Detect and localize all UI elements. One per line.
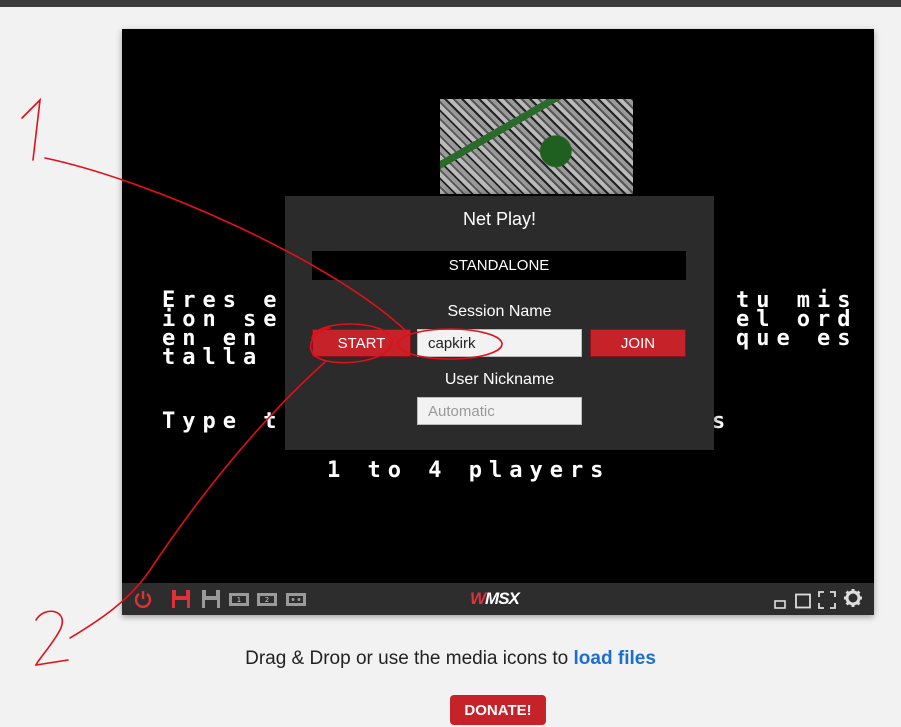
msx-emulator: Eres e ion se en en talla tu mis el ord … bbox=[122, 29, 874, 615]
disk-a-icon[interactable] bbox=[171, 589, 191, 609]
fullscreen-icon[interactable] bbox=[818, 590, 836, 610]
netplay-dialog: Net Play! STANDALONE Session Name START … bbox=[285, 196, 714, 450]
load-files-hint: Drag & Drop or use the media icons to lo… bbox=[0, 648, 901, 670]
screen-text-type-left: Type t bbox=[162, 409, 284, 434]
user-nickname-label: User Nickname bbox=[444, 371, 555, 388]
session-name-label: Session Name bbox=[447, 303, 552, 320]
power-icon[interactable] bbox=[133, 589, 153, 609]
start-button[interactable]: START bbox=[312, 329, 411, 357]
donate-button[interactable]: DONATE! bbox=[450, 695, 546, 725]
emulator-screen[interactable]: Eres e ion se en en talla tu mis el ord … bbox=[122, 29, 874, 583]
netplay-mode-status[interactable]: STANDALONE bbox=[312, 251, 686, 280]
cartridge-1-icon[interactable]: 1 bbox=[228, 589, 250, 609]
load-files-link[interactable]: load files bbox=[574, 648, 656, 669]
settings-gear-icon[interactable] bbox=[843, 588, 863, 608]
window-small-icon[interactable] bbox=[774, 594, 786, 614]
disk-b-icon[interactable] bbox=[201, 589, 221, 609]
netplay-title: Net Play! bbox=[462, 209, 537, 229]
svg-text:2: 2 bbox=[265, 596, 269, 604]
session-name-input[interactable] bbox=[417, 329, 582, 357]
game-title-art bbox=[440, 99, 633, 194]
screen-text-players: 1 to 4 players bbox=[327, 458, 611, 483]
emulator-toolbar: 1 2 WMSX bbox=[122, 583, 874, 615]
screen-text-type-right: s bbox=[712, 409, 733, 434]
screen-text-intro-left: Eres e ion se en en talla bbox=[162, 288, 284, 370]
join-button[interactable]: JOIN bbox=[590, 329, 686, 357]
wmsx-logo: WMSX bbox=[470, 589, 520, 609]
annotation-digit-1 bbox=[21, 97, 42, 161]
tape-icon[interactable] bbox=[285, 589, 307, 609]
logo-prefix: W bbox=[470, 589, 486, 608]
cartridge-2-icon[interactable]: 2 bbox=[256, 589, 278, 609]
svg-text:1: 1 bbox=[237, 596, 241, 604]
top-bar bbox=[0, 0, 901, 7]
logo-main: MSX bbox=[485, 589, 520, 608]
user-nickname-input[interactable] bbox=[417, 397, 582, 425]
help-text: Drag & Drop or use the media icons to bbox=[245, 648, 574, 669]
screen-text-intro-right: tu mis el ord que es bbox=[736, 288, 858, 351]
window-icon[interactable] bbox=[795, 591, 811, 611]
